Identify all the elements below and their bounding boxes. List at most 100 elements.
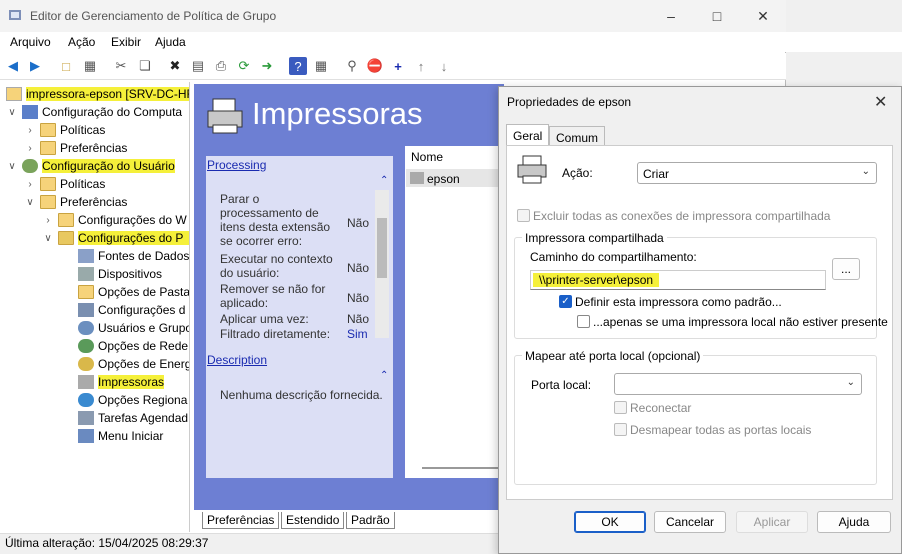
tree-item-internet-settings[interactable]: Configurações d [78, 301, 185, 319]
users-groups-icon [78, 321, 94, 335]
printer-icon [205, 95, 247, 137]
print-icon[interactable]: ⎙ [212, 57, 230, 75]
search-icon[interactable]: ⚲ [343, 57, 361, 75]
tree-item-label: Opções Regiona [98, 393, 188, 407]
browse-button[interactable]: ... [832, 258, 860, 280]
processing-row-value: Não [347, 291, 370, 305]
collapse-arrow-icon[interactable]: ∨ [24, 197, 36, 208]
tree-item-printers[interactable]: Impressoras [78, 373, 165, 391]
gpo-editor-icon [8, 8, 22, 22]
column-header-nome[interactable]: Nome [411, 150, 443, 164]
export-icon[interactable]: ➜ [258, 57, 276, 75]
tree-item-label: Preferências [60, 195, 128, 209]
only-if-no-local-label: ...apenas se uma impressora local não es… [593, 315, 888, 329]
ok-button[interactable]: OK [574, 511, 646, 533]
tree-item-gpo-root[interactable]: impressora-epson [SRV-DC-HR [6, 85, 189, 103]
tree-item-data-sources[interactable]: Fontes de Dados [78, 247, 189, 265]
expand-arrow-icon[interactable]: › [24, 143, 36, 154]
collapse-arrow-icon[interactable]: ∨ [6, 107, 18, 118]
tab-padrao[interactable]: Padrão [346, 512, 395, 529]
refresh-icon[interactable]: ⟳ [235, 57, 253, 75]
tree-item-computer-config[interactable]: ∨ Configuração do Computa [6, 103, 182, 121]
exclude-checkbox[interactable] [517, 209, 530, 222]
up-folder-icon[interactable]: □ [57, 57, 75, 75]
description-link[interactable]: Description [207, 353, 267, 367]
tree-item-power-options[interactable]: Opções de Energ [78, 355, 189, 373]
collapse-up-icon[interactable]: ⌃ [380, 175, 388, 186]
tree-item-user-config[interactable]: ∨ Configuração do Usuário [6, 157, 175, 175]
help-button[interactable]: Ajuda [817, 511, 891, 533]
tree-item-folder-options[interactable]: Opções de Pasta [78, 283, 189, 301]
tab-estendido[interactable]: Estendido [281, 512, 345, 529]
gpo-icon [6, 87, 22, 101]
scrollbar-thumb[interactable] [377, 218, 387, 278]
reconnect-checkbox[interactable] [614, 401, 627, 414]
apply-button[interactable]: Aplicar [736, 511, 808, 533]
tree-item-scheduled-tasks[interactable]: Tarefas Agendad [78, 409, 188, 427]
forward-icon[interactable]: ▶ [26, 57, 44, 75]
properties-icon[interactable]: ▤ [189, 57, 207, 75]
help-icon[interactable]: ? [289, 57, 307, 75]
delete-icon[interactable]: ✖ [166, 57, 184, 75]
menu-acao[interactable]: Ação [68, 35, 95, 49]
unmap-all-checkbox[interactable] [614, 423, 627, 436]
power-icon [78, 357, 94, 371]
page-heading: Impressoras [252, 96, 423, 131]
default-printer-checkbox[interactable]: ✓ [559, 295, 572, 308]
expand-arrow-icon[interactable]: › [42, 215, 54, 226]
expand-arrow-icon[interactable]: › [24, 125, 36, 136]
tree-item-network-options[interactable]: Opções de Rede [78, 337, 188, 355]
only-if-no-local-checkbox[interactable] [577, 315, 590, 328]
menu-arquivo[interactable]: Arquivo [10, 35, 51, 49]
menu-exibir[interactable]: Exibir [111, 35, 141, 49]
share-path-value: \\printer-server\epson [533, 273, 660, 287]
processing-row-label: Filtrado diretamente: [220, 327, 331, 341]
maximize-icon[interactable]: □ [694, 0, 740, 32]
collapse-arrow-icon[interactable]: ∨ [42, 233, 54, 244]
back-icon[interactable]: ◀ [4, 57, 22, 75]
add-icon[interactable]: + [389, 57, 407, 75]
tree-item-computer-policies[interactable]: › Políticas [24, 121, 105, 139]
tree-item-devices[interactable]: Dispositivos [78, 265, 162, 283]
list-item-label: epson [427, 172, 460, 186]
tree-item-label: Configurações do W [78, 213, 187, 227]
action-select[interactable]: Criar ⌄ [637, 162, 877, 184]
tree-item-computer-preferences[interactable]: › Preferências [24, 139, 127, 157]
share-path-input[interactable]: \\printer-server\epson [530, 270, 826, 290]
processing-row-value: Não [347, 261, 370, 275]
processing-row-value: Não [347, 216, 370, 230]
copy-icon[interactable]: ❏ [136, 57, 154, 75]
scrollbar[interactable] [375, 190, 389, 338]
tree-item-local-users-groups[interactable]: Usuários e Grupo [78, 319, 189, 337]
close-icon[interactable]: ✕ [740, 0, 786, 32]
expand-arrow-icon[interactable]: › [24, 179, 36, 190]
menu-ajuda[interactable]: Ajuda [155, 35, 186, 49]
cancel-button[interactable]: Cancelar [654, 511, 726, 533]
printers-list [405, 146, 505, 478]
tree-item-control-panel-settings[interactable]: ∨ Configurações do P [42, 229, 189, 247]
tab-geral[interactable]: Geral [506, 124, 550, 147]
cut-icon[interactable]: ✂ [112, 57, 130, 75]
move-up-icon[interactable]: ↑ [412, 57, 430, 75]
printer-icon [515, 154, 551, 186]
tree-item-user-policies[interactable]: › Políticas [24, 175, 105, 193]
stop-icon[interactable]: ⛔ [366, 57, 384, 75]
tree-item-regional-options[interactable]: Opções Regiona [78, 391, 187, 409]
tab-preferencias[interactable]: Preferências [202, 512, 280, 529]
show-hide-tree-icon[interactable]: ▦ [81, 57, 99, 75]
printer-icon [78, 375, 94, 389]
show-action-pane-icon[interactable]: ▦ [312, 57, 330, 75]
minimize-icon[interactable]: – [648, 0, 694, 32]
move-down-icon[interactable]: ↓ [435, 57, 453, 75]
close-icon[interactable]: ✕ [874, 92, 887, 112]
local-port-select[interactable]: ⌄ [614, 373, 862, 395]
tree-item-user-preferences[interactable]: ∨ Preferências [24, 193, 127, 211]
tree-item-windows-settings[interactable]: › Configurações do W [42, 211, 187, 229]
tree-item-start-menu[interactable]: Menu Iniciar [78, 427, 163, 445]
start-menu-icon [78, 429, 94, 443]
collapse-up-icon[interactable]: ⌃ [380, 370, 388, 381]
horizontal-scrollbar[interactable] [422, 467, 502, 469]
users-icon [22, 159, 38, 173]
processing-link[interactable]: Processing [207, 158, 266, 172]
collapse-arrow-icon[interactable]: ∨ [6, 161, 18, 172]
